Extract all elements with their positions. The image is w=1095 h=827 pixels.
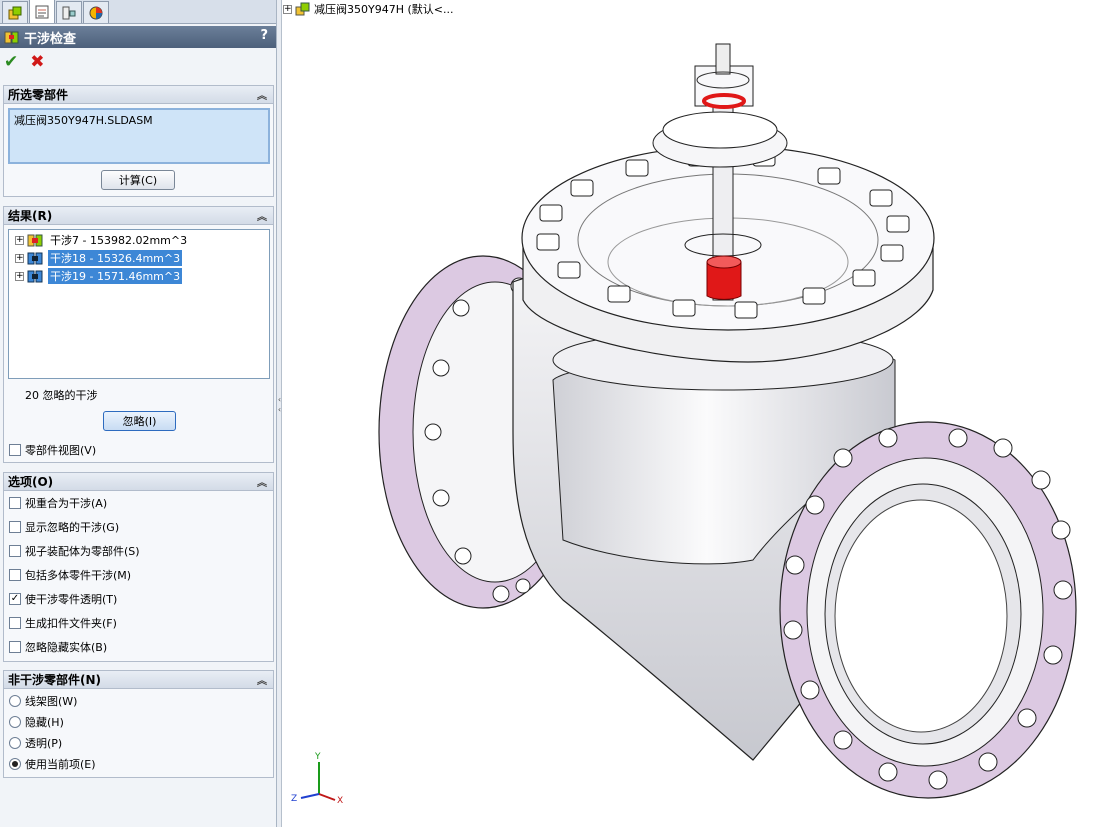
checkbox[interactable] [9, 545, 21, 557]
radio-use-current[interactable]: 使用当前项(E) [9, 756, 96, 772]
checkbox-label: 零部件视图(V) [25, 444, 97, 457]
selected-components-section: 所选零部件 ︽ 减压阀350Y947H.SLDASM 计算(C) [3, 85, 274, 197]
cancel-x-icon[interactable]: ✖ [30, 52, 44, 72]
section-title: 选项(O) [8, 475, 54, 489]
option-subassembly-checkbox[interactable]: 视子装配体为零部件(S) [9, 543, 140, 559]
checkbox-label: 视子装配体为零部件(S) [25, 545, 140, 558]
checkbox-label: 显示忽略的干涉(G) [25, 521, 120, 534]
checkbox-label: 忽略隐藏实体(B) [25, 641, 108, 654]
option-ignore-hidden-checkbox[interactable]: 忽略隐藏实体(B) [9, 639, 107, 655]
graphics-area[interactable]: + 减压阀350Y947H (默认<... Y X Z [283, 0, 1095, 827]
option-fastener-folder-checkbox[interactable]: 生成扣件文件夹(F) [9, 615, 117, 631]
collapse-icon[interactable]: ︽ [257, 87, 267, 102]
tree-item-label[interactable]: 干涉19 - 1571.46mm^3 [48, 268, 183, 284]
options-header[interactable]: 选项(O) ︽ [4, 473, 273, 491]
options-section: 选项(O) ︽ 视重合为干涉(A) 显示忽略的干涉(G) 视子装配体为零部件(S… [3, 472, 274, 662]
option-transparent-checkbox[interactable]: ✓ 使干涉零件透明(T) [9, 591, 117, 607]
configuration-manager-tab[interactable] [56, 1, 82, 23]
results-header[interactable]: 结果(R) ︽ [4, 207, 273, 225]
checkbox[interactable] [9, 521, 21, 533]
interference-item-icon [27, 270, 43, 283]
interference-item-icon [27, 234, 43, 247]
interference-item-icon [27, 252, 43, 265]
z-axis-label: Z [291, 794, 297, 804]
non-interfering-section: 非干涉零部件(N) ︽ 线架图(W) 隐藏(H) 透明(P) 使用当前项(E) [3, 670, 274, 778]
solidworks-window: 干涉检查 ? ✔ ✖ 所选零部件 ︽ 减压阀350Y947H.SLDASM 计算… [0, 0, 1095, 827]
feature-manager-tab[interactable] [2, 1, 28, 23]
tree-row[interactable]: + 干涉19 - 1571.46mm^3 [15, 268, 183, 284]
results-section: 结果(R) ︽ + 干涉7 - 153982.02mm^3 + 干涉18 - 1… [3, 206, 274, 463]
option-show-ignored-checkbox[interactable]: 显示忽略的干涉(G) [9, 519, 119, 535]
page-title: 干涉检查 [24, 31, 77, 47]
radio-hidden[interactable]: 隐藏(H) [9, 714, 64, 730]
selected-components-header[interactable]: 所选零部件 ︽ [4, 86, 273, 104]
tree-item-label[interactable]: 干涉7 - 153982.02mm^3 [48, 232, 189, 248]
expand-icon[interactable]: + [15, 271, 24, 281]
calculate-button[interactable]: 计算(C) [101, 170, 175, 190]
section-title: 结果(R) [8, 209, 53, 223]
radio-label: 线架图(W) [25, 695, 78, 708]
collapse-arrow-icon[interactable]: ‹ ‹ [277, 395, 282, 425]
checkbox-label: 视重合为干涉(A) [25, 497, 108, 510]
checkbox-checked[interactable]: ✓ [9, 593, 21, 605]
checkbox[interactable] [9, 569, 21, 581]
option-coincidence-checkbox[interactable]: 视重合为干涉(A) [9, 495, 107, 511]
expand-icon[interactable]: + [15, 253, 24, 263]
selected-components-list[interactable]: 减压阀350Y947H.SLDASM [8, 108, 270, 164]
configuration-icon [62, 6, 76, 19]
radio-button-selected[interactable] [9, 758, 21, 770]
radio-button[interactable] [9, 695, 21, 707]
non-interfering-header[interactable]: 非干涉零部件(N) ︽ [4, 671, 273, 689]
checkbox[interactable] [9, 641, 21, 653]
option-multibody-checkbox[interactable]: 包括多体零件干涉(M) [9, 567, 131, 583]
help-button[interactable]: ? [260, 28, 268, 43]
checkbox[interactable] [9, 617, 21, 629]
list-item[interactable]: 减压阀350Y947H.SLDASM [10, 110, 268, 130]
x-axis-label: X [337, 796, 343, 806]
collapse-icon[interactable]: ︽ [257, 672, 267, 687]
collapse-icon[interactable]: ︽ [257, 208, 267, 223]
x-axis-line [318, 793, 336, 801]
expand-icon[interactable]: + [15, 235, 24, 245]
checkbox-label: 生成扣件文件夹(F) [25, 617, 117, 630]
radio-transparent[interactable]: 透明(P) [9, 735, 62, 751]
tree-row[interactable]: + 干涉18 - 15326.4mm^3 [15, 250, 183, 266]
y-axis-label: Y [314, 752, 321, 762]
radio-label: 透明(P) [25, 737, 63, 750]
valve-model-3d[interactable] [283, 0, 1095, 827]
results-tree[interactable]: + 干涉7 - 153982.02mm^3 + 干涉18 - 15326.4mm… [8, 229, 270, 379]
ignore-button[interactable]: 忽略(I) [103, 411, 176, 431]
property-manager-tab[interactable] [29, 0, 55, 23]
tree-row[interactable]: + 干涉7 - 153982.02mm^3 [15, 232, 189, 248]
property-manager-panel: 干涉检查 ? ✔ ✖ 所选零部件 ︽ 减压阀350Y947H.SLDASM 计算… [0, 0, 277, 827]
ignored-count-text: 20 忽略的干涉 [25, 389, 98, 402]
collapse-icon[interactable]: ︽ [257, 474, 267, 489]
panel-splitter[interactable]: ‹ ‹ [277, 0, 282, 827]
property-manager-icon [35, 5, 49, 18]
ok-check-icon[interactable]: ✔ [4, 52, 18, 72]
radio-wireframe[interactable]: 线架图(W) [9, 693, 77, 709]
tree-item-label[interactable]: 干涉18 - 15326.4mm^3 [48, 250, 183, 266]
z-axis-line [300, 793, 320, 799]
manager-tabs [0, 0, 276, 24]
checkbox[interactable] [9, 444, 21, 456]
component-view-checkbox[interactable]: 零部件视图(V) [9, 442, 96, 458]
display-manager-tab[interactable] [83, 1, 109, 23]
section-title: 所选零部件 [8, 88, 69, 102]
checkbox-label: 使干涉零件透明(T) [25, 593, 118, 606]
ok-cancel-toolbar: ✔ ✖ [4, 52, 45, 72]
panel-title-bar: 干涉检查 ? [0, 26, 276, 48]
radio-button[interactable] [9, 737, 21, 749]
interference-check-icon [4, 31, 19, 44]
view-triad[interactable]: Y X Z [285, 750, 355, 820]
checkbox[interactable] [9, 497, 21, 509]
display-manager-icon [89, 6, 103, 19]
radio-label: 隐藏(H) [25, 716, 64, 729]
right-flange [779, 421, 1077, 799]
section-title: 非干涉零部件(N) [8, 673, 102, 687]
checkbox-label: 包括多体零件干涉(M) [25, 569, 132, 582]
radio-button[interactable] [9, 716, 21, 728]
feature-tree-icon [8, 6, 22, 19]
radio-label: 使用当前项(E) [25, 758, 96, 771]
